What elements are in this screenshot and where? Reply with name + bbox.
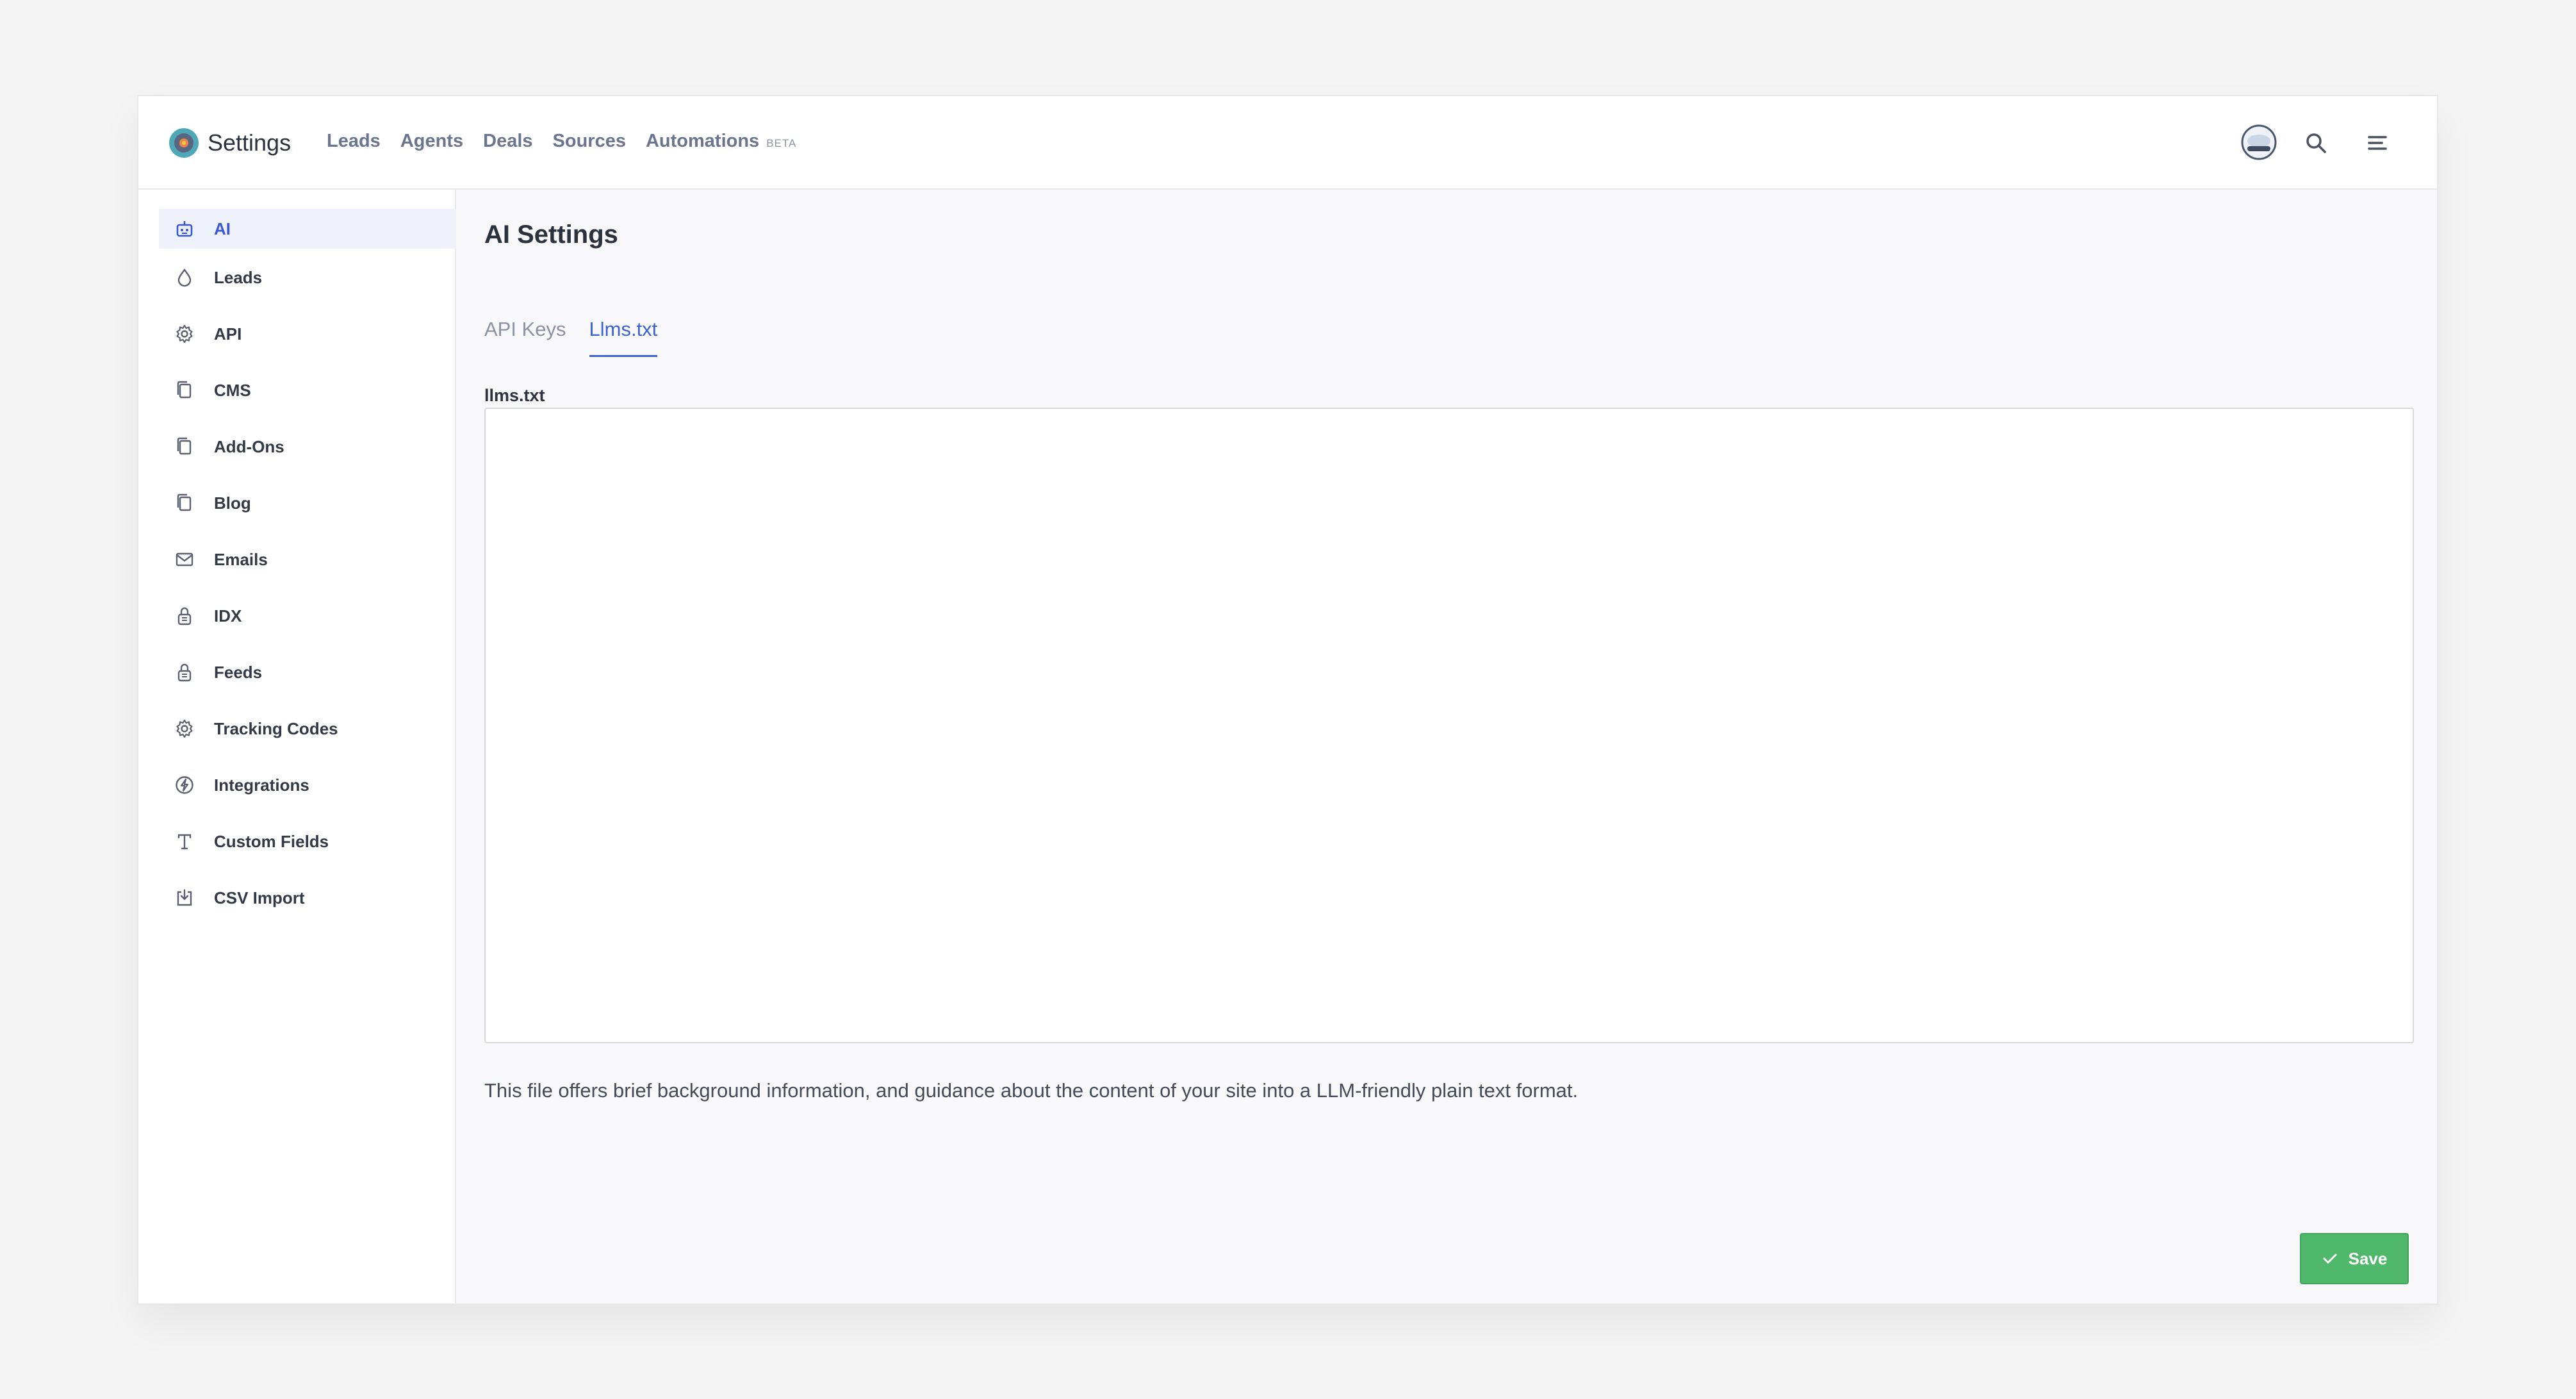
sidebar-item-tracking-codes[interactable]: Tracking Codes [159, 709, 456, 749]
sidebar-item-label: Blog [214, 493, 251, 513]
sidebar-item-label: CSV Import [214, 888, 305, 907]
settings-sidebar: AI Leads API CMS Add-Ons Blog Emails IDX… [138, 190, 456, 1304]
sidebar-item-label: API [214, 324, 242, 344]
sidebar-item-emails[interactable]: Emails [159, 540, 456, 579]
main-content: AI Settings API Keys Llms.txt llms.txt T… [457, 190, 2437, 1304]
tab-llms-txt[interactable]: Llms.txt [589, 318, 658, 357]
sidebar-item-label: Leads [214, 267, 263, 287]
sidebar-item-label: Tracking Codes [214, 718, 338, 738]
search-icon[interactable] [2304, 131, 2328, 155]
mail-icon [172, 547, 197, 572]
top-bar: Settings Leads Agents Deals Sources Auto… [138, 96, 2437, 190]
lock-icon [172, 603, 197, 629]
settings-tabs: API Keys Llms.txt [484, 318, 680, 357]
sidebar-item-custom-fields[interactable]: Custom Fields [159, 822, 456, 861]
pages-icon [172, 377, 197, 403]
sidebar-item-ai[interactable]: AI [159, 209, 456, 249]
llms-txt-textarea[interactable] [484, 408, 2414, 1043]
menu-icon[interactable] [2367, 132, 2388, 154]
sidebar-item-csv-import[interactable]: CSV Import [159, 878, 456, 918]
beta-badge: BETA [766, 137, 797, 149]
sidebar-item-label: Add-Ons [214, 436, 284, 456]
gear-icon [172, 716, 197, 741]
sidebar-item-api[interactable]: API [159, 314, 456, 354]
text-icon [172, 829, 197, 854]
pages-icon [172, 434, 197, 459]
drop-icon [172, 265, 197, 290]
lock-icon [172, 659, 197, 685]
robot-icon [172, 216, 197, 242]
save-button-label: Save [2348, 1248, 2388, 1268]
save-button[interactable]: Save [2300, 1233, 2409, 1284]
user-avatar[interactable] [2241, 124, 2277, 160]
sidebar-item-leads[interactable]: Leads [159, 258, 456, 297]
sidebar-item-label: CMS [214, 380, 251, 400]
sidebar-item-label: IDX [214, 606, 242, 625]
tab-api-keys[interactable]: API Keys [484, 318, 566, 357]
nav-sources[interactable]: Sources [553, 131, 626, 152]
settings-window: Settings Leads Agents Deals Sources Auto… [137, 95, 2438, 1305]
sidebar-item-label: AI [214, 219, 231, 238]
page-title: AI Settings [484, 220, 618, 249]
check-icon [2323, 1254, 2337, 1264]
nav-agents[interactable]: Agents [400, 131, 463, 152]
nav-automations[interactable]: Automations [646, 131, 759, 152]
brand[interactable]: Settings [168, 127, 291, 159]
sidebar-item-label: Integrations [214, 775, 309, 795]
top-nav: Leads Agents Deals Sources Automations B… [327, 131, 796, 152]
sidebar-item-label: Feeds [214, 662, 263, 682]
gear-icon [172, 321, 197, 347]
import-icon [172, 885, 197, 911]
nav-leads[interactable]: Leads [327, 131, 381, 152]
sidebar-item-integrations[interactable]: Integrations [159, 765, 456, 805]
sidebar-item-label: Emails [214, 549, 268, 569]
sidebar-item-label: Custom Fields [214, 831, 329, 851]
sidebar-item-idx[interactable]: IDX [159, 596, 456, 636]
sidebar-item-blog[interactable]: Blog [159, 483, 456, 523]
nav-deals[interactable]: Deals [483, 131, 532, 152]
help-text: This file offers brief background inform… [484, 1079, 1579, 1102]
llms-txt-label: llms.txt [484, 386, 545, 405]
settings-logo-icon [169, 128, 199, 158]
app-title: Settings [208, 129, 291, 156]
pages-icon [172, 490, 197, 516]
sidebar-item-feeds[interactable]: Feeds [159, 652, 456, 692]
sidebar-item-add-ons[interactable]: Add-Ons [159, 427, 456, 467]
bolt-icon [172, 772, 197, 798]
sidebar-item-cms[interactable]: CMS [159, 370, 456, 410]
